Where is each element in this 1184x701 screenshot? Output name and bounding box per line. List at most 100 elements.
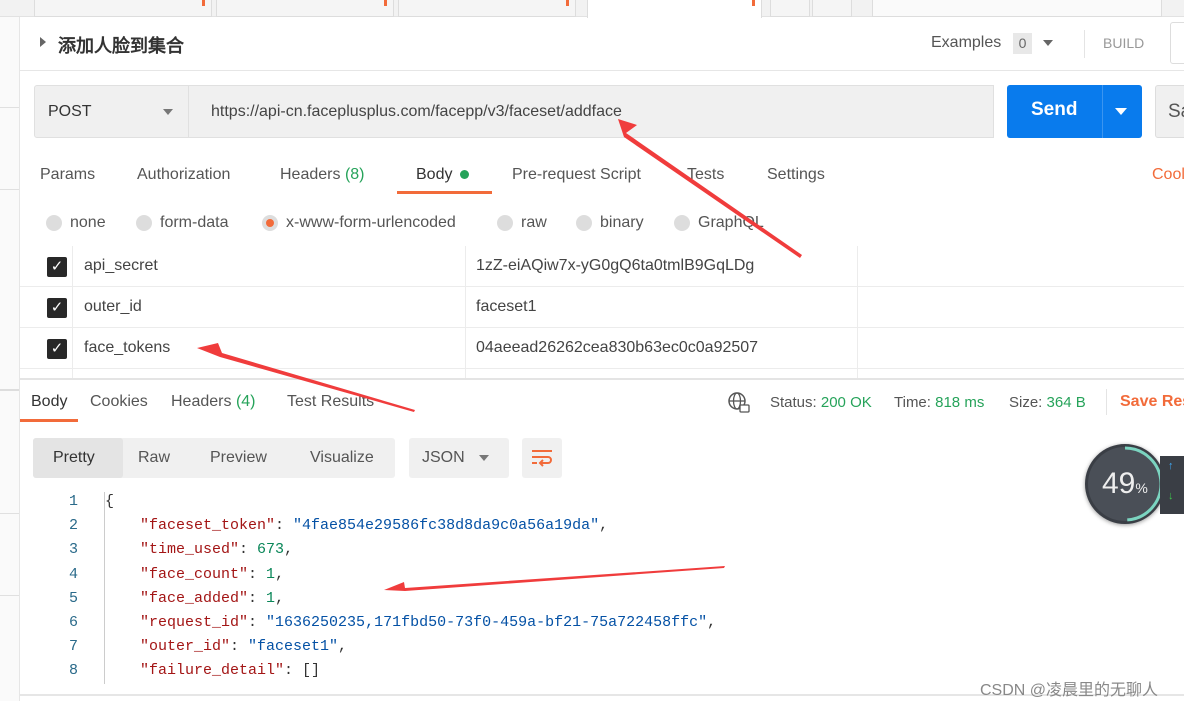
radio-raw[interactable]: raw (497, 214, 547, 232)
json-value: 673 (257, 541, 285, 559)
response-tab-body[interactable]: Body (31, 393, 67, 411)
view-preview[interactable]: Preview (210, 438, 267, 478)
new-tab-button[interactable] (770, 0, 810, 17)
unsaved-dot (202, 0, 205, 6)
checkbox-checked-icon[interactable]: ✓ (47, 298, 67, 318)
tab-menu-button[interactable] (812, 0, 852, 17)
chevron-down-icon (479, 455, 489, 461)
json-key: "failure_detail" (140, 662, 285, 680)
param-value[interactable]: faceset1 (476, 287, 536, 327)
divider (20, 70, 1184, 71)
percent-value: 49% (1102, 467, 1148, 500)
radio-icon (674, 215, 690, 231)
tab-headers[interactable]: Headers (8) (280, 166, 365, 184)
view-visualize[interactable]: Visualize (310, 438, 374, 478)
network-speed-widget[interactable]: 49% (1085, 444, 1165, 524)
size-label: Size: (1009, 394, 1043, 411)
param-key[interactable]: face_tokens (84, 328, 170, 368)
tab-params[interactable]: Params (40, 166, 95, 184)
radio-none[interactable]: none (46, 214, 106, 232)
radio-label: form-data (160, 214, 229, 231)
line-number: 8 (68, 662, 78, 680)
code-line: "faceset_token": "4fae854e29586fc38d8da9… (140, 517, 609, 535)
annotation-arrow (384, 566, 725, 591)
tab-label: Headers (171, 393, 232, 410)
radio-label: GraphQL (698, 214, 764, 231)
line-number: 4 (68, 565, 78, 583)
request-tab-active[interactable] (587, 0, 762, 18)
code-line: "failure_detail": [] (140, 662, 321, 680)
side-panel-button[interactable] (1170, 22, 1184, 64)
line-number: 5 (68, 589, 78, 607)
radio-icon (136, 215, 152, 231)
time-value: 818 ms (935, 394, 985, 411)
method-select[interactable]: POST (34, 85, 189, 138)
checkbox-checked-icon[interactable]: ✓ (47, 257, 67, 277)
wrap-lines-button[interactable] (522, 438, 562, 478)
examples-count: 0 (1013, 33, 1032, 54)
param-value[interactable]: 1zZ-eiAQiw7x-yG0gQ6ta0tmlB9GqLDg (476, 246, 754, 286)
checkbox-checked-icon[interactable]: ✓ (47, 339, 67, 359)
tab-settings[interactable]: Settings (767, 166, 825, 184)
table-row: ✓ outer_id faceset1 (20, 287, 1184, 328)
status-value: 200 OK (820, 394, 872, 411)
unsaved-dot (752, 0, 755, 6)
cookies-link[interactable]: Cool (1152, 166, 1184, 184)
method-value: POST (48, 103, 92, 120)
line-number: 1 (68, 493, 78, 510)
url-input[interactable]: https://api-cn.faceplusplus.com/facepp/v… (189, 85, 994, 138)
param-key[interactable]: api_secret (84, 246, 158, 286)
response-tab-cookies[interactable]: Cookies (90, 393, 148, 411)
json-key: "request_id" (140, 614, 249, 631)
tab-authorization[interactable]: Authorization (137, 166, 230, 184)
request-title: 添加人脸到集合 (58, 36, 184, 56)
radio-icon (46, 215, 62, 231)
request-tab[interactable] (216, 0, 394, 17)
size-value: 364 B (1046, 394, 1086, 411)
divider (1084, 30, 1085, 58)
tab-tests[interactable]: Tests (687, 166, 724, 184)
response-tab-test-results[interactable]: Test Results (287, 393, 374, 411)
request-tab[interactable] (34, 0, 212, 17)
tab-pre-request-script[interactable]: Pre-request Script (512, 166, 641, 184)
build-button[interactable]: BUILD (1103, 35, 1144, 51)
save-button[interactable]: Sa (1155, 85, 1184, 138)
param-value[interactable]: 04aeead26262cea830b63ec0c0a92507 (476, 328, 758, 368)
active-tab-underline (397, 191, 492, 194)
save-response-button[interactable]: Save Res (1120, 393, 1184, 411)
response-status: Status: 200 OK (770, 394, 872, 411)
radio-x-www-form-urlencoded[interactable]: x-www-form-urlencoded (262, 214, 456, 232)
json-key: "face_added" (140, 589, 249, 607)
json-value: "1636250235,171fbd50-73f0-459a-bf21-75a7… (266, 614, 708, 631)
request-tab[interactable] (398, 0, 576, 17)
response-time: Time: 818 ms (894, 394, 984, 411)
examples-label[interactable]: Examples (931, 34, 1001, 52)
request-tab-strip (0, 0, 1184, 18)
view-pretty[interactable]: Pretty (53, 438, 95, 478)
send-button[interactable]: Send (1007, 85, 1142, 138)
environment-select[interactable] (872, 0, 1162, 17)
radio-binary[interactable]: binary (576, 214, 644, 232)
examples-dropdown-icon[interactable] (1043, 40, 1053, 46)
radio-label: binary (600, 214, 644, 231)
upload-arrow-icon: ↑ (1168, 460, 1174, 472)
send-label: Send (1031, 99, 1078, 120)
collapse-caret-icon[interactable] (40, 37, 46, 47)
response-tab-headers[interactable]: Headers (4) (171, 393, 256, 411)
format-select[interactable]: JSON (409, 438, 509, 478)
view-mode-group: Pretty Raw Preview Visualize (33, 438, 395, 478)
json-key: "outer_id" (140, 638, 231, 656)
divider (1102, 85, 1103, 138)
radio-form-data[interactable]: form-data (136, 214, 228, 232)
send-options-chevron-icon[interactable] (1115, 108, 1127, 115)
line-number: 7 (68, 638, 78, 656)
pane-splitter[interactable] (20, 378, 1184, 380)
code-line: "face_added": 1, (140, 589, 285, 607)
radio-graphql[interactable]: GraphQL (674, 214, 764, 232)
view-raw[interactable]: Raw (138, 438, 170, 478)
param-key[interactable]: outer_id (84, 287, 142, 327)
globe-lock-icon[interactable] (727, 391, 751, 415)
tab-body[interactable]: Body (416, 166, 469, 184)
code-line: "outer_id": "faceset1", (140, 638, 348, 656)
code-line: "request_id": "1636250235,171fbd50-73f0-… (140, 614, 717, 631)
